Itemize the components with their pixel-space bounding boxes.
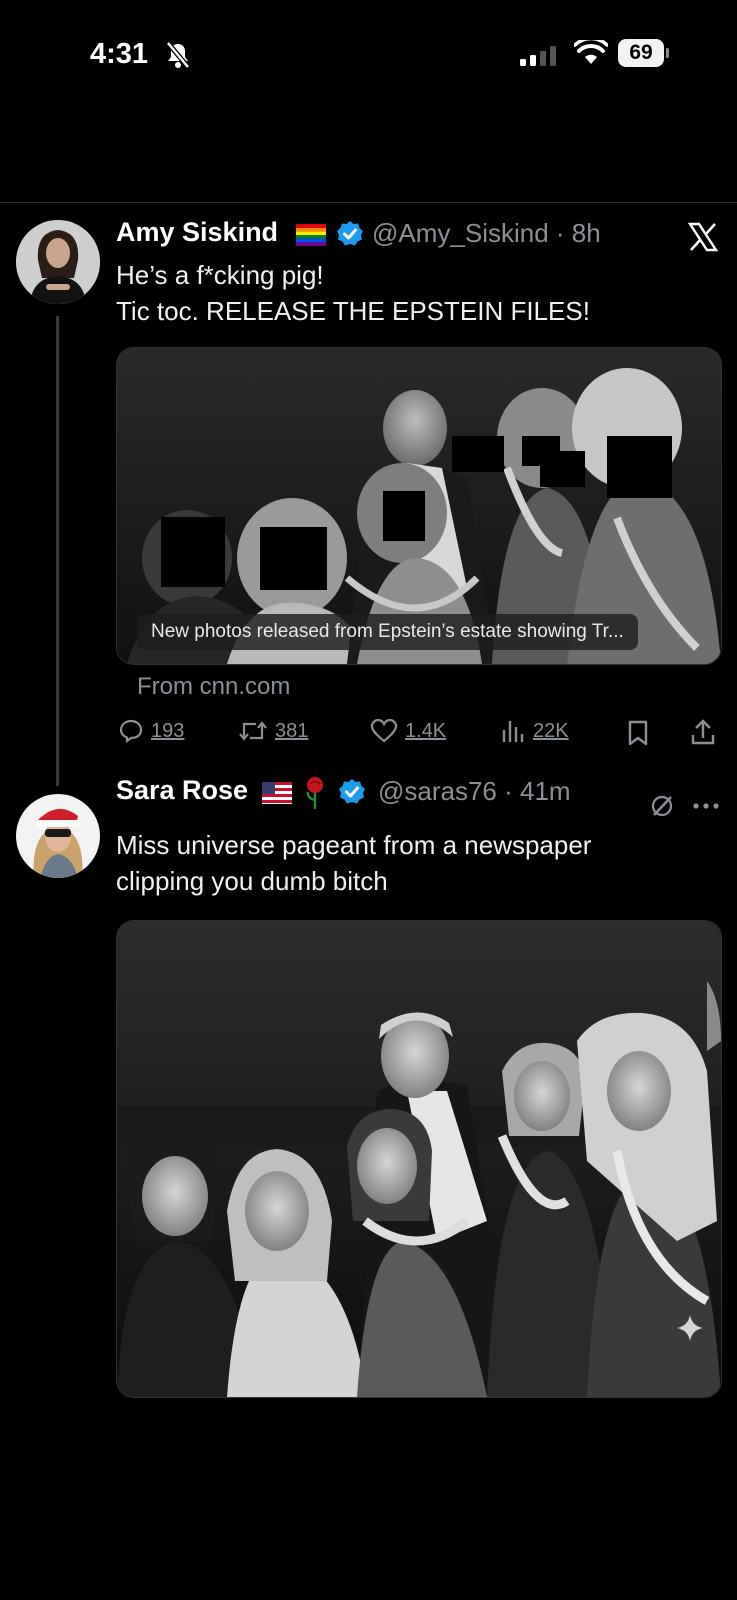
grok-icon[interactable] — [650, 794, 674, 818]
views-button[interactable]: 22K — [500, 718, 569, 744]
repost-count: 381 — [275, 719, 309, 742]
avatar-image — [16, 794, 100, 878]
handle-text: @Amy_Siskind — [372, 218, 549, 248]
heart-icon — [370, 718, 398, 743]
thread-line — [56, 316, 59, 786]
tweet-time: 8h — [571, 218, 601, 248]
verified-badge-icon — [337, 221, 363, 246]
like-count: 1.4K — [405, 719, 447, 742]
author-name[interactable]: Amy Siskind — [116, 217, 278, 248]
tweet-text-line-1: Miss universe pageant from a newspaper — [116, 830, 592, 860]
battery-indicator: 69 — [618, 39, 664, 67]
bell-muted-icon — [166, 41, 190, 69]
author-handle[interactable]: @Amy_Siskind · 8h — [372, 218, 601, 249]
reply-icon — [119, 719, 143, 744]
author-name[interactable]: Sara Rose — [116, 775, 248, 806]
wifi-icon — [574, 40, 608, 64]
battery-nub — [666, 48, 669, 58]
card-caption: New photos released from Epstein’s estat… — [137, 614, 638, 650]
bookmark-icon[interactable] — [627, 720, 649, 746]
reply-count: 193 — [151, 719, 185, 742]
tweet-text-line-2: clipping you dumb bitch — [116, 866, 388, 896]
tweet-text-line-1: He’s a f*cking pig! — [116, 260, 324, 290]
views-chart-icon — [502, 721, 524, 742]
handle-text: @saras76 — [378, 776, 497, 806]
like-button[interactable]: 1.4K — [370, 718, 446, 744]
verified-badge-icon — [339, 779, 365, 804]
tweet-time: 41m — [520, 776, 571, 806]
link-card[interactable]: New photos released from Epstein’s estat… — [116, 347, 722, 665]
avatar-amy[interactable] — [16, 220, 100, 304]
photo-image — [117, 921, 721, 1397]
tweet-photo[interactable] — [116, 920, 722, 1398]
us-flag-icon — [262, 782, 292, 804]
view-count: 22K — [533, 719, 569, 742]
rose-icon — [306, 777, 323, 809]
repost-button[interactable]: 381 — [238, 718, 308, 744]
signal-icon — [520, 46, 556, 66]
x-logo-icon[interactable] — [688, 222, 718, 252]
divider — [0, 202, 737, 203]
link-source[interactable]: From cnn.com — [137, 673, 290, 701]
sparkle-icon — [677, 1315, 703, 1341]
author-handle[interactable]: @saras76 · 41m — [378, 776, 571, 807]
reply-button[interactable]: 193 — [118, 718, 184, 744]
status-time: 4:31 — [90, 38, 149, 70]
rainbow-flag-icon — [296, 224, 326, 246]
avatar-image — [16, 220, 100, 304]
share-icon[interactable] — [690, 718, 716, 746]
more-options-icon[interactable] — [692, 802, 720, 810]
tweet-text-line-2: Tic toc. RELEASE THE EPSTEIN FILES! — [116, 296, 590, 326]
repost-icon — [239, 721, 267, 741]
avatar-sara[interactable] — [16, 794, 100, 878]
